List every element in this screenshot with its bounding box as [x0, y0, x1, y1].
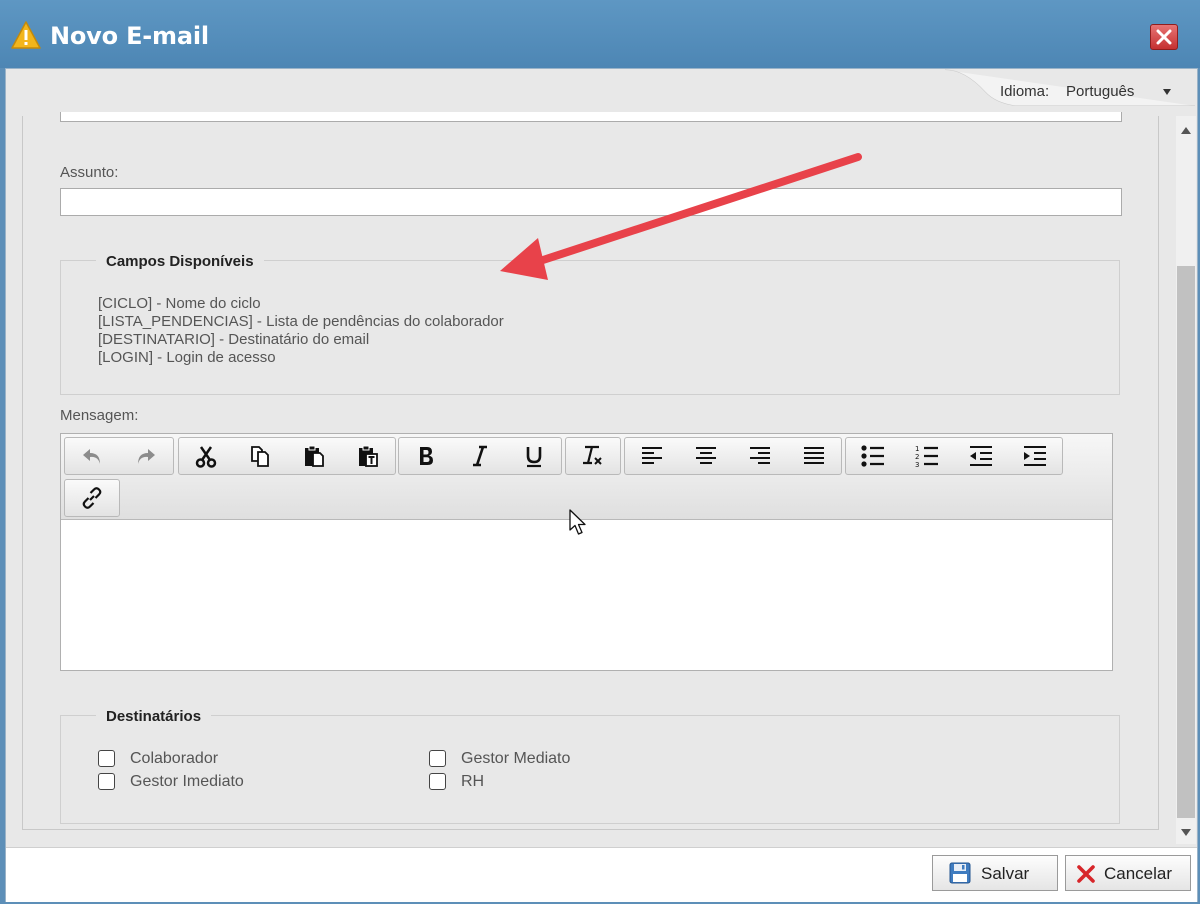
align-center-button[interactable]: [679, 438, 733, 474]
svg-text:2: 2: [915, 453, 919, 461]
checkbox-gestor-mediato[interactable]: [429, 750, 446, 767]
toolbar-group-link: [64, 479, 120, 517]
warning-icon: [11, 21, 41, 49]
checkbox-label-gestor-imediato: Gestor Imediato: [130, 773, 244, 790]
language-label: Idioma:: [1000, 83, 1050, 100]
subject-label: Assunto:: [60, 164, 119, 181]
outdent-button[interactable]: [954, 438, 1008, 474]
field-item-destinatario: [DESTINATARIO] - Destinatário do email: [98, 331, 370, 348]
message-label: Mensagem:: [60, 407, 139, 424]
checkbox-label-colaborador: Colaborador: [130, 750, 219, 767]
language-select[interactable]: Português: [1066, 83, 1134, 100]
align-justify-button[interactable]: [787, 438, 841, 474]
align-right-icon: [750, 447, 770, 464]
window-titlebar: Novo E-mail: [0, 0, 1200, 68]
recipients-box: [60, 715, 1120, 824]
bulleted-list-button[interactable]: [846, 438, 900, 474]
checkbox-label-gestor-mediato: Gestor Mediato: [461, 750, 571, 767]
remove-format-button[interactable]: [566, 438, 620, 474]
underline-button[interactable]: [507, 438, 561, 474]
italic-icon: [473, 445, 487, 467]
close-button[interactable]: [1150, 24, 1178, 50]
window-title: Novo E-mail: [50, 22, 209, 50]
remove-format-icon: [583, 445, 602, 465]
copy-button[interactable]: [233, 438, 287, 474]
checkbox-label-rh: RH: [461, 773, 485, 790]
field-item-lista-pendencias: [LISTA_PENDENCIAS] - Lista de pendências…: [98, 313, 504, 330]
toolbar-group-align: [624, 437, 842, 475]
redo-icon: [138, 449, 155, 464]
field-item-login: [LOGIN] - Login de acesso: [98, 349, 276, 366]
chevron-down-icon[interactable]: [1163, 89, 1171, 95]
annotation-arrow-icon: [500, 153, 862, 280]
save-button[interactable]: Salvar: [932, 855, 1058, 891]
save-button-label: Salvar: [981, 864, 1030, 883]
cancel-button-label: Cancelar: [1104, 864, 1173, 883]
align-justify-icon: [804, 447, 824, 464]
paste-icon: [305, 445, 324, 467]
underline-icon: [526, 447, 542, 468]
bulleted-list-icon: [861, 445, 884, 467]
align-left-button[interactable]: [625, 438, 679, 474]
red-x-icon: [1077, 865, 1095, 883]
svg-text:3: 3: [915, 461, 919, 469]
close-icon: [1156, 29, 1172, 45]
toolbar-group-clipboard: [178, 437, 396, 475]
numbered-list-button[interactable]: 1 2 3: [900, 438, 954, 474]
toolbar-group-format: [398, 437, 562, 475]
italic-button[interactable]: [453, 438, 507, 474]
bold-icon: [420, 447, 433, 465]
link-button[interactable]: [65, 480, 119, 516]
align-right-button[interactable]: [733, 438, 787, 474]
scissors-icon: [195, 446, 217, 468]
previous-input-field[interactable]: [60, 112, 1122, 122]
outdent-icon: [970, 446, 992, 466]
undo-icon: [83, 449, 100, 464]
paste-text-button[interactable]: [341, 438, 395, 474]
scrollbar-thumb[interactable]: [1177, 266, 1195, 818]
svg-text:1: 1: [915, 445, 919, 453]
undo-button[interactable]: [65, 438, 119, 474]
align-left-icon: [642, 447, 662, 464]
paste-button[interactable]: [287, 438, 341, 474]
copy-icon: [251, 446, 269, 467]
link-icon: [82, 487, 102, 509]
available-fields-legend: Campos Disponíveis: [96, 253, 264, 270]
recipients-legend: Destinatários: [96, 708, 212, 725]
scroll-up-icon[interactable]: [1181, 127, 1191, 134]
align-center-icon: [696, 447, 716, 464]
scroll-down-icon[interactable]: [1181, 829, 1191, 836]
indent-button[interactable]: [1008, 438, 1062, 474]
cancel-button[interactable]: Cancelar: [1065, 855, 1191, 891]
field-item-ciclo: [CICLO] - Nome do ciclo: [98, 295, 261, 312]
numbered-list-icon: 1 2 3: [915, 445, 938, 469]
checkbox-gestor-imediato[interactable]: [98, 773, 115, 790]
floppy-disk-icon: [949, 862, 971, 884]
redo-button[interactable]: [119, 438, 173, 474]
cut-button[interactable]: [179, 438, 233, 474]
mouse-cursor-icon: [569, 509, 586, 535]
toolbar-group-lists: 1 2 3: [845, 437, 1063, 475]
paste-text-icon: [359, 445, 378, 467]
checkbox-colaborador[interactable]: [98, 750, 115, 767]
bold-button[interactable]: [399, 438, 453, 474]
indent-icon: [1024, 446, 1046, 466]
checkbox-rh[interactable]: [429, 773, 446, 790]
toolbar-group-clear: [565, 437, 621, 475]
toolbar-group-history: [64, 437, 174, 475]
